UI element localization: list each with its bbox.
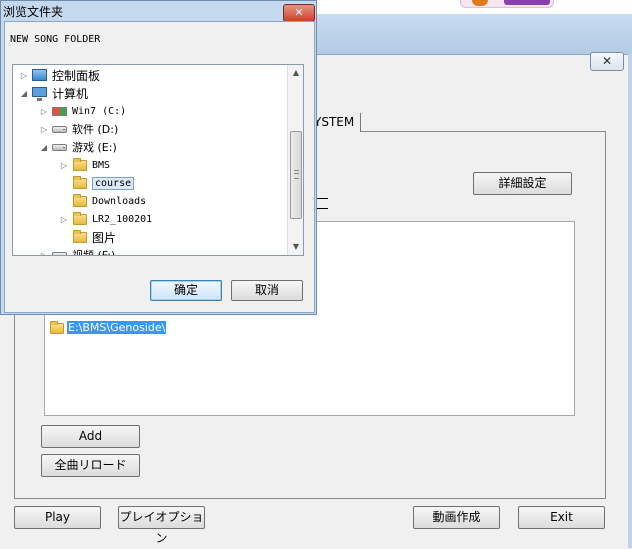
tree-item-label: 图片 bbox=[92, 230, 117, 245]
play-button[interactable]: Play bbox=[14, 506, 101, 529]
tab-system[interactable]: YSTEM bbox=[314, 113, 361, 132]
tree-item-label: 软件 (D:) bbox=[72, 123, 119, 136]
folder-tree[interactable]: ▷ 控制面板 ◢ 计算机 ▷ Win7 (C:) ▷ 软件 (D:) ◢ 游戏 … bbox=[12, 64, 304, 256]
tree-item-pictures[interactable]: 图片 bbox=[59, 229, 116, 245]
windows-drive-icon bbox=[52, 104, 68, 118]
tree-item-bms[interactable]: ▷ BMS bbox=[59, 157, 110, 173]
tree-item-course[interactable]: course bbox=[59, 175, 135, 191]
scroll-down-icon[interactable]: ▼ bbox=[288, 239, 303, 255]
tree-item-label: 视频 (F:) bbox=[72, 249, 116, 256]
computer-icon bbox=[32, 86, 48, 101]
expand-arrow-icon[interactable]: ▷ bbox=[59, 157, 69, 173]
ok-button[interactable]: 确定 bbox=[150, 280, 222, 301]
expand-arrow-icon[interactable]: ▷ bbox=[39, 247, 49, 256]
tree-item-drive-e[interactable]: ◢ 游戏 (E:) bbox=[39, 139, 117, 155]
tree-item-control-panel[interactable]: ▷ 控制面板 bbox=[19, 67, 100, 83]
tree-item-drive-d[interactable]: ▷ 软件 (D:) bbox=[39, 121, 118, 137]
tree-item-label: BMS bbox=[92, 159, 111, 171]
tree-item-downloads[interactable]: Downloads bbox=[59, 193, 146, 209]
drive-icon bbox=[52, 248, 68, 255]
detail-settings-button[interactable]: 詳細設定 bbox=[473, 172, 572, 195]
dialog-title: 浏览文件夹 bbox=[3, 5, 64, 19]
scroll-thumb[interactable] bbox=[290, 131, 302, 219]
reload-all-songs-button[interactable]: 全曲リロード bbox=[41, 454, 140, 477]
tree-item-label: Win7 (C:) bbox=[72, 105, 127, 117]
expand-arrow-icon[interactable]: ▷ bbox=[59, 211, 69, 227]
play-options-button[interactable]: プレイオプション bbox=[118, 506, 205, 545]
list-header-mark bbox=[316, 198, 328, 209]
control-panel-icon bbox=[32, 68, 48, 82]
folder-icon bbox=[72, 158, 88, 172]
tree-item-label: 游戏 (E:) bbox=[72, 141, 117, 154]
expand-arrow-icon[interactable]: ▷ bbox=[39, 103, 49, 119]
scroll-up-icon[interactable]: ▲ bbox=[288, 65, 303, 81]
folder-icon bbox=[72, 212, 88, 226]
folder-icon bbox=[72, 230, 88, 244]
cancel-button[interactable]: 取消 bbox=[231, 280, 303, 301]
folder-icon bbox=[72, 194, 88, 208]
app-window-edge bbox=[628, 54, 632, 548]
tree-item-label-selected: course bbox=[92, 176, 135, 190]
drive-icon bbox=[52, 140, 68, 154]
background-badge-accent bbox=[504, 0, 550, 5]
browse-folder-dialog: 浏览文件夹 ✕ NEW SONG FOLDER ▷ 控制面板 ◢ 计算机 ▷ W… bbox=[0, 0, 317, 315]
app-close-button[interactable]: ✕ bbox=[590, 52, 624, 71]
create-video-button[interactable]: 動画作成 bbox=[413, 506, 500, 529]
tree-item-label: LR2_100201 bbox=[92, 213, 153, 225]
list-item[interactable]: E:\BMS\Genoside\ bbox=[49, 320, 167, 334]
collapse-arrow-icon[interactable]: ◢ bbox=[39, 139, 49, 155]
tree-item-drive-c[interactable]: ▷ Win7 (C:) bbox=[39, 103, 126, 119]
dialog-close-button[interactable]: ✕ bbox=[283, 4, 315, 22]
tree-item-label: Downloads bbox=[92, 195, 147, 207]
tree-item-drive-f[interactable]: ▷ 视频 (F:) bbox=[39, 247, 116, 256]
drive-icon bbox=[52, 122, 68, 136]
list-item-label: E:\BMS\Genoside\ bbox=[67, 320, 167, 334]
tree-scrollbar[interactable]: ▲ ▼ bbox=[287, 65, 303, 255]
exit-button[interactable]: Exit bbox=[518, 506, 605, 529]
tree-item-computer[interactable]: ◢ 计算机 bbox=[19, 85, 88, 101]
collapse-arrow-icon[interactable]: ◢ bbox=[19, 85, 29, 101]
tree-item-lr2[interactable]: ▷ LR2_100201 bbox=[59, 211, 152, 227]
tree-item-label: 控制面板 bbox=[52, 68, 101, 83]
dialog-client-area: NEW SONG FOLDER ▷ 控制面板 ◢ 计算机 ▷ Win7 (C:)… bbox=[4, 21, 315, 313]
expand-arrow-icon[interactable]: ▷ bbox=[19, 67, 29, 83]
folder-icon bbox=[49, 320, 65, 334]
add-button[interactable]: Add bbox=[41, 425, 140, 448]
folder-icon bbox=[72, 176, 88, 190]
grip-icon bbox=[294, 170, 299, 179]
tree-item-label: 计算机 bbox=[52, 86, 89, 101]
dialog-description: NEW SONG FOLDER bbox=[10, 34, 101, 45]
expand-arrow-icon[interactable]: ▷ bbox=[39, 121, 49, 137]
